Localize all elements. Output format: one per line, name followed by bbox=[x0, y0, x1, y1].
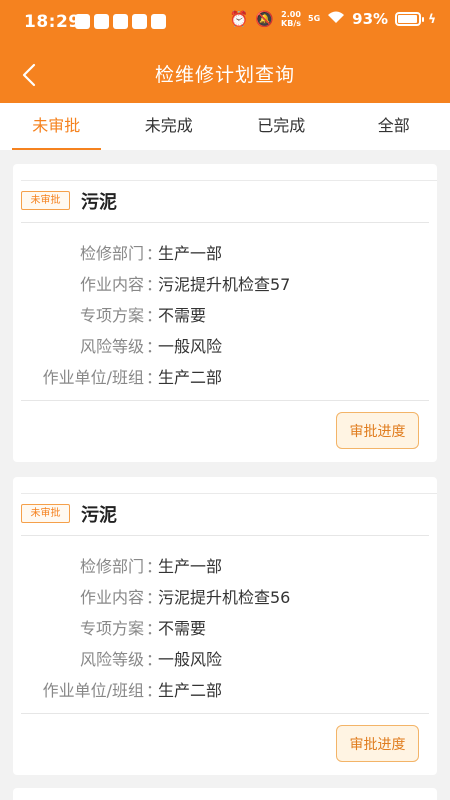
field-plan: 专项方案：不需要 bbox=[13, 298, 437, 329]
field-value: 污泥提升机检查57 bbox=[158, 274, 291, 294]
field-label: 风险等级 bbox=[79, 649, 144, 669]
field-value: 污泥提升机检查56 bbox=[158, 587, 291, 607]
field-risk: 风险等级：一般风险 bbox=[13, 329, 437, 360]
app-notification-icon bbox=[113, 14, 128, 29]
divider bbox=[21, 222, 429, 223]
mute-icon: 🔕 bbox=[255, 10, 275, 28]
field-unit: 作业单位/班组：生产二部 bbox=[13, 360, 437, 391]
field-label: 作业单位/班组 bbox=[42, 367, 144, 387]
field-value: 不需要 bbox=[158, 305, 207, 325]
field-value: 一般风险 bbox=[158, 336, 223, 356]
field-value: 生产二部 bbox=[158, 367, 223, 387]
field-colon: ： bbox=[146, 618, 163, 638]
field-unit: 作业单位/班组：生产二部 bbox=[13, 673, 437, 704]
field-label: 专项方案 bbox=[79, 618, 144, 638]
field-colon: ： bbox=[146, 649, 163, 669]
tab-completed[interactable]: 已完成 bbox=[225, 103, 338, 150]
tab-unapproved[interactable]: 未审批 bbox=[0, 103, 113, 150]
field-colon: ： bbox=[146, 305, 163, 325]
divider bbox=[21, 493, 437, 494]
status-badge: 未审批 bbox=[21, 191, 70, 210]
field-label: 作业单位/班组 bbox=[42, 680, 144, 700]
field-value: 不需要 bbox=[158, 618, 207, 638]
tab-all[interactable]: 全部 bbox=[338, 103, 450, 150]
app-header: 18:29 ⏰ 🔕 2.00 KB/s 5G 93% ϟ 检维修计划查询 bbox=[0, 0, 450, 103]
field-content: 作业内容：污泥提升机检查57 bbox=[13, 267, 437, 298]
page-title: 检维修计划查询 bbox=[154, 64, 295, 86]
field-label: 检修部门 bbox=[79, 243, 144, 263]
status-indicators: ⏰ 🔕 2.00 KB/s 5G 93% ϟ bbox=[230, 10, 436, 28]
field-label: 作业内容 bbox=[79, 587, 144, 607]
field-colon: ： bbox=[146, 367, 163, 387]
field-value: 一般风险 bbox=[158, 649, 223, 669]
plan-card[interactable]: 未审批 污泥 检修部门：生产一部 作业内容：污泥提升机检查56 专项方案：不需要… bbox=[13, 477, 437, 775]
field-colon: ： bbox=[146, 587, 163, 607]
card-title: 污泥 bbox=[81, 505, 117, 526]
divider bbox=[21, 713, 429, 714]
field-colon: ： bbox=[146, 336, 163, 356]
tab-incomplete[interactable]: 未完成 bbox=[113, 103, 226, 150]
app-notification-icon bbox=[132, 14, 147, 29]
field-value: 生产一部 bbox=[158, 243, 223, 263]
status-badge: 未审批 bbox=[21, 504, 70, 523]
divider bbox=[21, 400, 429, 401]
field-content: 作业内容：污泥提升机检查56 bbox=[13, 580, 437, 611]
charging-icon: ϟ bbox=[428, 12, 436, 26]
status-tabs: 未审批 未完成 已完成 全部 bbox=[0, 103, 450, 150]
field-colon: ： bbox=[146, 556, 163, 576]
app-notification-icon bbox=[75, 14, 90, 29]
status-time: 18:29 bbox=[24, 12, 81, 32]
app-notification-icon bbox=[94, 14, 109, 29]
field-label: 风险等级 bbox=[79, 336, 144, 356]
battery-percent: 93% bbox=[352, 10, 389, 28]
status-bar: 18:29 ⏰ 🔕 2.00 KB/s 5G 93% ϟ bbox=[0, 0, 450, 44]
field-label: 作业内容 bbox=[79, 274, 144, 294]
field-colon: ： bbox=[146, 680, 163, 700]
plan-card[interactable]: 未审批 污泥 检修部门：生产一部 作业内容：污泥提升机检查57 专项方案：不需要… bbox=[13, 164, 437, 462]
notification-icons bbox=[75, 14, 166, 29]
divider bbox=[21, 180, 437, 181]
app-notification-icon bbox=[151, 14, 166, 29]
field-value: 生产二部 bbox=[158, 680, 223, 700]
field-label: 检修部门 bbox=[79, 556, 144, 576]
battery-icon bbox=[395, 12, 425, 26]
field-risk: 风险等级：一般风险 bbox=[13, 642, 437, 673]
card-fields: 检修部门：生产一部 作业内容：污泥提升机检查57 专项方案：不需要 风险等级：一… bbox=[13, 236, 437, 391]
network-type: 5G bbox=[308, 14, 321, 23]
field-value: 生产一部 bbox=[158, 556, 223, 576]
plan-card[interactable] bbox=[13, 788, 437, 800]
alarm-icon: ⏰ bbox=[229, 10, 249, 28]
net-speed: 2.00 KB/s bbox=[281, 10, 302, 28]
field-department: 检修部门：生产一部 bbox=[13, 549, 437, 580]
card-title: 污泥 bbox=[81, 192, 117, 213]
approval-progress-button[interactable]: 审批进度 bbox=[336, 412, 419, 449]
approval-progress-button[interactable]: 审批进度 bbox=[336, 725, 419, 762]
field-colon: ： bbox=[146, 243, 163, 263]
field-colon: ： bbox=[146, 274, 163, 294]
field-department: 检修部门：生产一部 bbox=[13, 236, 437, 267]
field-label: 专项方案 bbox=[79, 305, 144, 325]
divider bbox=[21, 535, 429, 536]
field-plan: 专项方案：不需要 bbox=[13, 611, 437, 642]
wifi-icon bbox=[327, 10, 345, 28]
card-fields: 检修部门：生产一部 作业内容：污泥提升机检查56 专项方案：不需要 风险等级：一… bbox=[13, 549, 437, 704]
